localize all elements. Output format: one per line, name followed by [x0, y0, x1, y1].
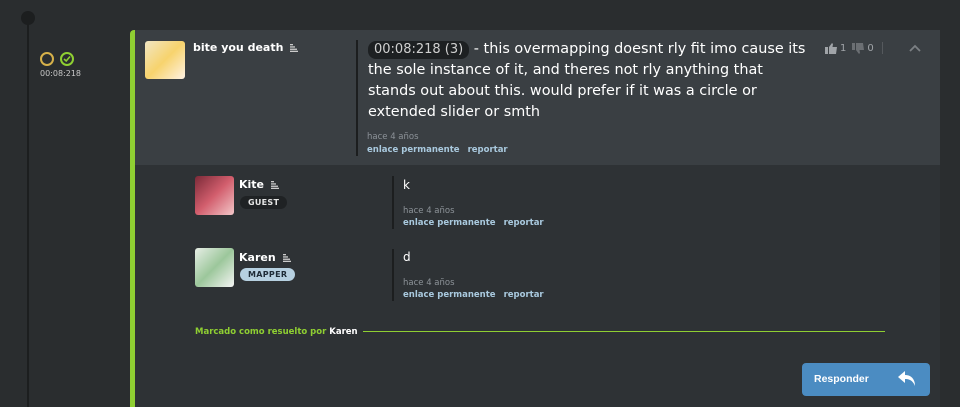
- reply-time: hace 4 años: [403, 278, 455, 288]
- permalink-link[interactable]: enlace permanente: [403, 290, 496, 300]
- upvote-count: 1: [840, 42, 847, 54]
- post-author-name[interactable]: bite you death: [193, 41, 283, 54]
- status-resolved-icon: [60, 52, 74, 66]
- reply-message: d: [403, 250, 411, 264]
- resolved-by[interactable]: Karen: [329, 327, 357, 337]
- reply-links: enlace permanente reportar: [403, 218, 552, 228]
- discussion-card: bite you death 00:08:218 (3) - this over…: [130, 30, 940, 407]
- reply-links: enlace permanente reportar: [403, 290, 552, 300]
- post-author[interactable]: bite you death: [193, 41, 299, 54]
- reply-button[interactable]: Responder: [802, 363, 930, 396]
- permalink-link[interactable]: enlace permanente: [367, 145, 460, 155]
- timeline-timestamp[interactable]: 00:08:218: [40, 69, 81, 78]
- permalink-link[interactable]: enlace permanente: [403, 218, 496, 228]
- timeline-marker[interactable]: 00:08:218: [36, 51, 88, 81]
- reply-author[interactable]: Kite: [239, 178, 279, 191]
- timestamp-chip[interactable]: 00:08:218 (3): [368, 41, 470, 59]
- reply-time: hace 4 años: [403, 206, 455, 216]
- avatar[interactable]: [195, 176, 234, 215]
- thumbs-down-icon[interactable]: [852, 42, 865, 54]
- report-link[interactable]: reportar: [504, 218, 544, 228]
- downvote-count: 0: [867, 42, 874, 54]
- reply-divider: [392, 176, 394, 229]
- resolved-note: Marcado como resuelto por Karen: [195, 327, 358, 337]
- post-time: hace 4 años: [367, 132, 419, 142]
- user-badge: GUEST: [240, 196, 288, 209]
- user-badge: MAPPER: [240, 268, 296, 281]
- resolved-line: [363, 331, 885, 332]
- reply-divider: [392, 249, 394, 301]
- main-post: bite you death 00:08:218 (3) - this over…: [135, 30, 940, 165]
- timeline-dot: [21, 11, 35, 25]
- timeline-line: [27, 18, 29, 407]
- reply-author-name[interactable]: Karen: [239, 251, 276, 264]
- status-pending-icon: [40, 52, 54, 66]
- vote-controls: 1 0: [825, 42, 891, 54]
- chevron-up-icon[interactable]: [909, 44, 921, 52]
- reply-author-name[interactable]: Kite: [239, 178, 264, 191]
- reply-button-label: Responder: [814, 373, 869, 385]
- reply-author[interactable]: Karen: [239, 251, 291, 264]
- list-icon: [290, 44, 299, 52]
- list-icon: [282, 254, 291, 262]
- report-link[interactable]: reportar: [468, 145, 508, 155]
- avatar[interactable]: [145, 41, 185, 79]
- resolved-text: Marcado como resuelto por: [195, 327, 330, 337]
- list-icon: [270, 181, 279, 189]
- report-link[interactable]: reportar: [504, 290, 544, 300]
- reply-arrow-icon: [898, 371, 915, 386]
- post-links: enlace permanente reportar: [367, 145, 516, 155]
- post-message: 00:08:218 (3) - this overmapping doesnt …: [368, 39, 813, 123]
- vote-divider: [881, 42, 883, 54]
- reply-message: k: [403, 178, 410, 192]
- discussion-page: 00:08:218 bite you death 00:08:218 (3) -…: [0, 0, 960, 407]
- avatar[interactable]: [195, 248, 234, 287]
- post-divider: [356, 40, 358, 156]
- thumbs-up-icon[interactable]: [825, 42, 837, 54]
